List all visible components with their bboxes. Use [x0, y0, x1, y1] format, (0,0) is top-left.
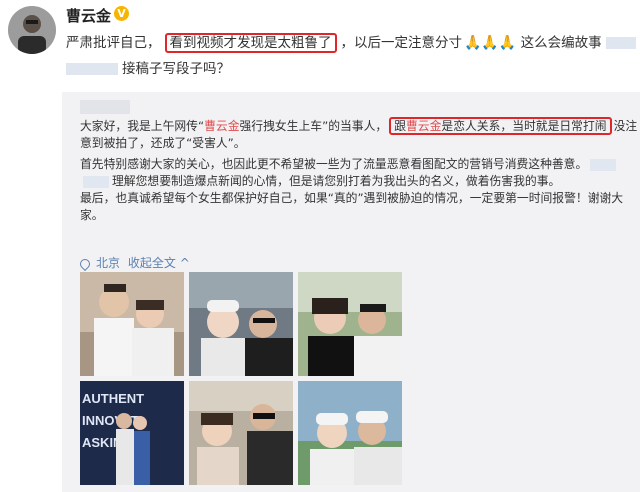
repost-text: 大家好，我是上午网传“曹云金强行拽女生上车”的当事人， 跟曹云金是恋人关系，当时就…	[80, 117, 637, 224]
repost-line3: 首先特别感谢大家的关心，也因此更不希望被一些为了流量恶意看图配文的营销号消费这种…	[80, 157, 588, 171]
repost-card: 大家好，我是上午网传“曹云金强行拽女生上车”的当事人， 跟曹云金是恋人关系，当时就…	[62, 92, 640, 492]
repost-line6: 家。	[80, 208, 104, 222]
photo-group-sunglasses[interactable]	[189, 381, 293, 485]
mention-name[interactable]: 曹云金	[204, 119, 239, 133]
repost-line2: 意到被拍了，还成了“受害人”。	[80, 136, 246, 150]
post-text-part4: 接稿子写段子吗？	[122, 61, 230, 77]
highlighted-phrase: 看到视频才发现是太粗鲁了	[164, 33, 337, 53]
post-text-part1: 严肃批评自己，	[66, 35, 161, 51]
hl-part-b: 是恋人关系，当时就是日常打闹	[441, 119, 607, 133]
post-text-part2: ，以后一定注意分寸	[340, 35, 463, 51]
blurred-mention	[590, 158, 617, 171]
blurred-mention	[605, 37, 636, 49]
location-pin-icon	[77, 256, 93, 271]
hl-part-a: 跟	[394, 119, 406, 133]
photo-event-backdrop[interactable]: AUTHENT INNOVATI ASKING	[80, 381, 184, 485]
backdrop-text-2: INNOVATI	[82, 413, 142, 428]
post-meta: 北京 收起全文 ^	[77, 254, 190, 271]
photo-couple-white-shirts[interactable]	[80, 272, 184, 376]
repost-line1-b: 强行拽女生上车”的当事人，	[239, 119, 388, 133]
username[interactable]: 曹云金	[66, 5, 111, 26]
chevron-up-icon: ^	[179, 256, 190, 270]
blurred-mention	[66, 63, 118, 75]
photo-selfie-outdoor[interactable]	[298, 272, 402, 376]
repost-line1-c: 没注	[613, 119, 638, 133]
verified-badge-icon: V	[114, 6, 129, 21]
post-text-part3: 这么会编故事	[520, 35, 602, 51]
blurred-repost-author[interactable]	[80, 100, 130, 114]
post-text: 严肃批评自己， 看到视频才发现是太粗鲁了 ，以后一定注意分寸 🙏🙏🙏 这么会编故事 接…	[66, 30, 636, 82]
photo-selfie-car-caps[interactable]	[189, 272, 293, 376]
avatar[interactable]	[8, 6, 56, 54]
repost-line1-a: 大家好，我是上午网传“	[80, 119, 205, 133]
repost-line5: 最后，也真诚希望每个女生都保护好自己，如果“真的”遇到被胁迫的情况，一定要第一时…	[80, 191, 624, 205]
photo-selfie-caps[interactable]	[298, 381, 402, 485]
blurred-mention	[83, 175, 109, 188]
mention-name[interactable]: 曹云金	[406, 119, 441, 133]
praying-hands-emoji-icon: 🙏🙏🙏	[464, 35, 517, 51]
backdrop-text-1: AUTHENT	[82, 391, 144, 406]
repost-line4: 理解您想要制造爆点新闻的心情，但是请您别打着为我出头的名义，做着伤害我的事。	[112, 174, 561, 188]
collapse-text-link[interactable]: 收起全文	[128, 256, 176, 270]
highlighted-relationship: 跟曹云金是恋人关系，当时就是日常打闹	[389, 117, 612, 135]
location-label[interactable]: 北京	[96, 256, 120, 270]
